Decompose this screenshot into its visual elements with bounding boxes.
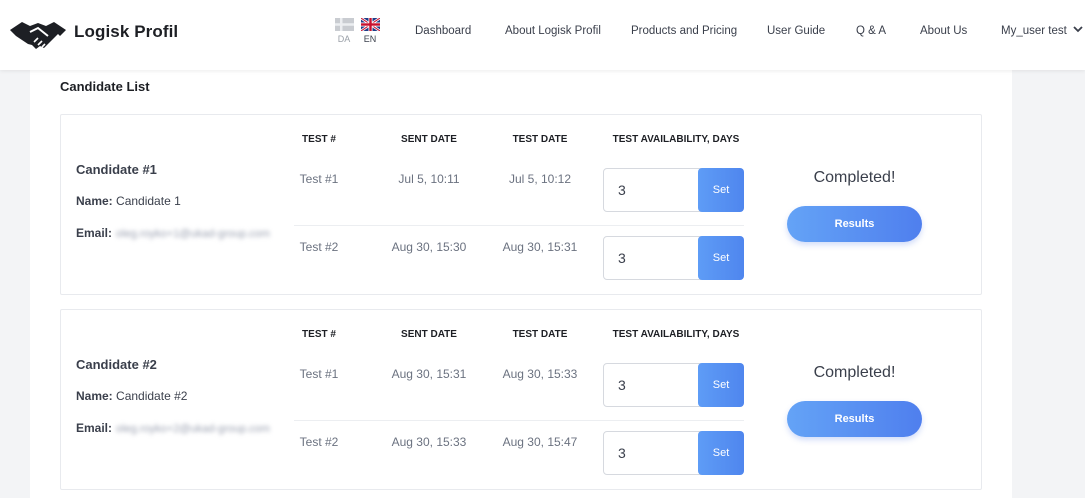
column-header-sent-date: SENT DATE [401, 329, 457, 340]
availability-control: 3 Set [603, 431, 744, 475]
set-availability-button[interactable]: Set [698, 431, 744, 475]
brand-name: Logisk Profil [74, 22, 179, 41]
availability-control: 3 Set [603, 236, 744, 280]
language-en[interactable]: EN [359, 18, 381, 44]
completion-status: Completed! [813, 364, 896, 381]
candidate-name-value: Candidate #2 [116, 389, 188, 403]
name-label: Name: [76, 389, 113, 403]
results-button[interactable]: Results [787, 401, 922, 437]
nav-q-and-a[interactable]: Q & A [856, 25, 886, 37]
handshake-logo-icon [10, 22, 66, 49]
test-row: Test #1 Jul 5, 10:11 Jul 5, 10:12 3 Set [294, 165, 744, 227]
candidate-name: Name: Candidate #2 [76, 389, 187, 403]
main-panel: Candidate List Candidate #1 Name: Candid… [30, 70, 1012, 498]
test-number: Test #2 [299, 435, 339, 449]
column-header-availability: TEST AVAILABILITY, DAYS [612, 134, 740, 145]
test-row: Test #2 Aug 30, 15:30 Aug 30, 15:31 3 Se… [294, 225, 744, 287]
test-row: Test #1 Aug 30, 15:31 Aug 30, 15:33 3 Se… [294, 360, 744, 422]
results-button[interactable]: Results [787, 206, 922, 242]
candidate-email: Email: oleg.royko+1@ukad-group.com [76, 226, 270, 240]
candidate-name-value: Candidate 1 [116, 194, 181, 208]
availability-days-input[interactable]: 3 [603, 431, 703, 475]
nav-dashboard[interactable]: Dashboard [415, 25, 471, 37]
top-navigation-bar: Logisk Profil DA EN Dashboard About Logi… [0, 0, 1085, 70]
column-header-test-date: TEST DATE [512, 329, 568, 340]
set-availability-button[interactable]: Set [698, 363, 744, 407]
uk-flag-icon [360, 18, 380, 31]
availability-days-input[interactable]: 3 [603, 168, 703, 212]
language-code-da: DA [337, 34, 351, 44]
set-availability-button[interactable]: Set [698, 168, 744, 212]
language-code-en: EN [363, 34, 377, 44]
availability-control: 3 Set [603, 168, 744, 212]
email-label: Email: [76, 226, 113, 240]
nav-about-us[interactable]: About Us [920, 25, 967, 37]
test-date: Aug 30, 15:31 [502, 240, 578, 254]
column-header-sent-date: SENT DATE [401, 134, 457, 145]
email-label: Email: [76, 421, 113, 435]
test-date: Aug 30, 15:47 [502, 435, 578, 449]
candidate-email: Email: oleg.royko+2@ukad-group.com [76, 421, 270, 435]
test-date: Jul 5, 10:12 [508, 172, 572, 186]
sent-date: Aug 30, 15:31 [391, 367, 467, 381]
column-header-availability: TEST AVAILABILITY, DAYS [612, 329, 740, 340]
sent-date: Aug 30, 15:33 [391, 435, 467, 449]
completion-status: Completed! [813, 169, 896, 186]
candidate-title: Candidate #1 [76, 162, 157, 177]
language-da[interactable]: DA [333, 18, 355, 44]
nav-user-guide[interactable]: User Guide [767, 25, 825, 37]
candidate-name: Name: Candidate 1 [76, 194, 181, 208]
test-row: Test #2 Aug 30, 15:33 Aug 30, 15:47 3 Se… [294, 420, 744, 482]
candidate-email-value: oleg.royko+1@ukad-group.com [116, 228, 270, 240]
user-menu-label: My_user test [1001, 25, 1067, 37]
column-header-test: TEST # [302, 329, 336, 340]
chevron-down-icon [1073, 26, 1083, 33]
availability-days-input[interactable]: 3 [603, 236, 703, 280]
candidate-title: Candidate #2 [76, 357, 157, 372]
test-number: Test #1 [299, 172, 339, 186]
sent-date: Aug 30, 15:30 [391, 240, 467, 254]
name-label: Name: [76, 194, 113, 208]
test-number: Test #2 [299, 240, 339, 254]
availability-control: 3 Set [603, 363, 744, 407]
denmark-flag-icon [334, 18, 354, 31]
candidate-card: Candidate #2 Name: Candidate #2 Email: ol… [60, 309, 982, 490]
candidate-card: Candidate #1 Name: Candidate 1 Email: ole… [60, 114, 982, 295]
sent-date: Jul 5, 10:11 [398, 172, 460, 186]
test-number: Test #1 [299, 367, 339, 381]
availability-days-input[interactable]: 3 [603, 363, 703, 407]
nav-about-logisk-profil[interactable]: About Logisk Profil [505, 25, 601, 37]
set-availability-button[interactable]: Set [698, 236, 744, 280]
nav-products-and-pricing[interactable]: Products and Pricing [631, 25, 737, 37]
column-header-test-date: TEST DATE [512, 134, 568, 145]
column-header-test: TEST # [302, 134, 336, 145]
page-title: Candidate List [60, 79, 150, 94]
candidate-email-value: oleg.royko+2@ukad-group.com [116, 423, 270, 435]
user-menu[interactable]: My_user test [1001, 25, 1083, 37]
test-date: Aug 30, 15:33 [502, 367, 578, 381]
